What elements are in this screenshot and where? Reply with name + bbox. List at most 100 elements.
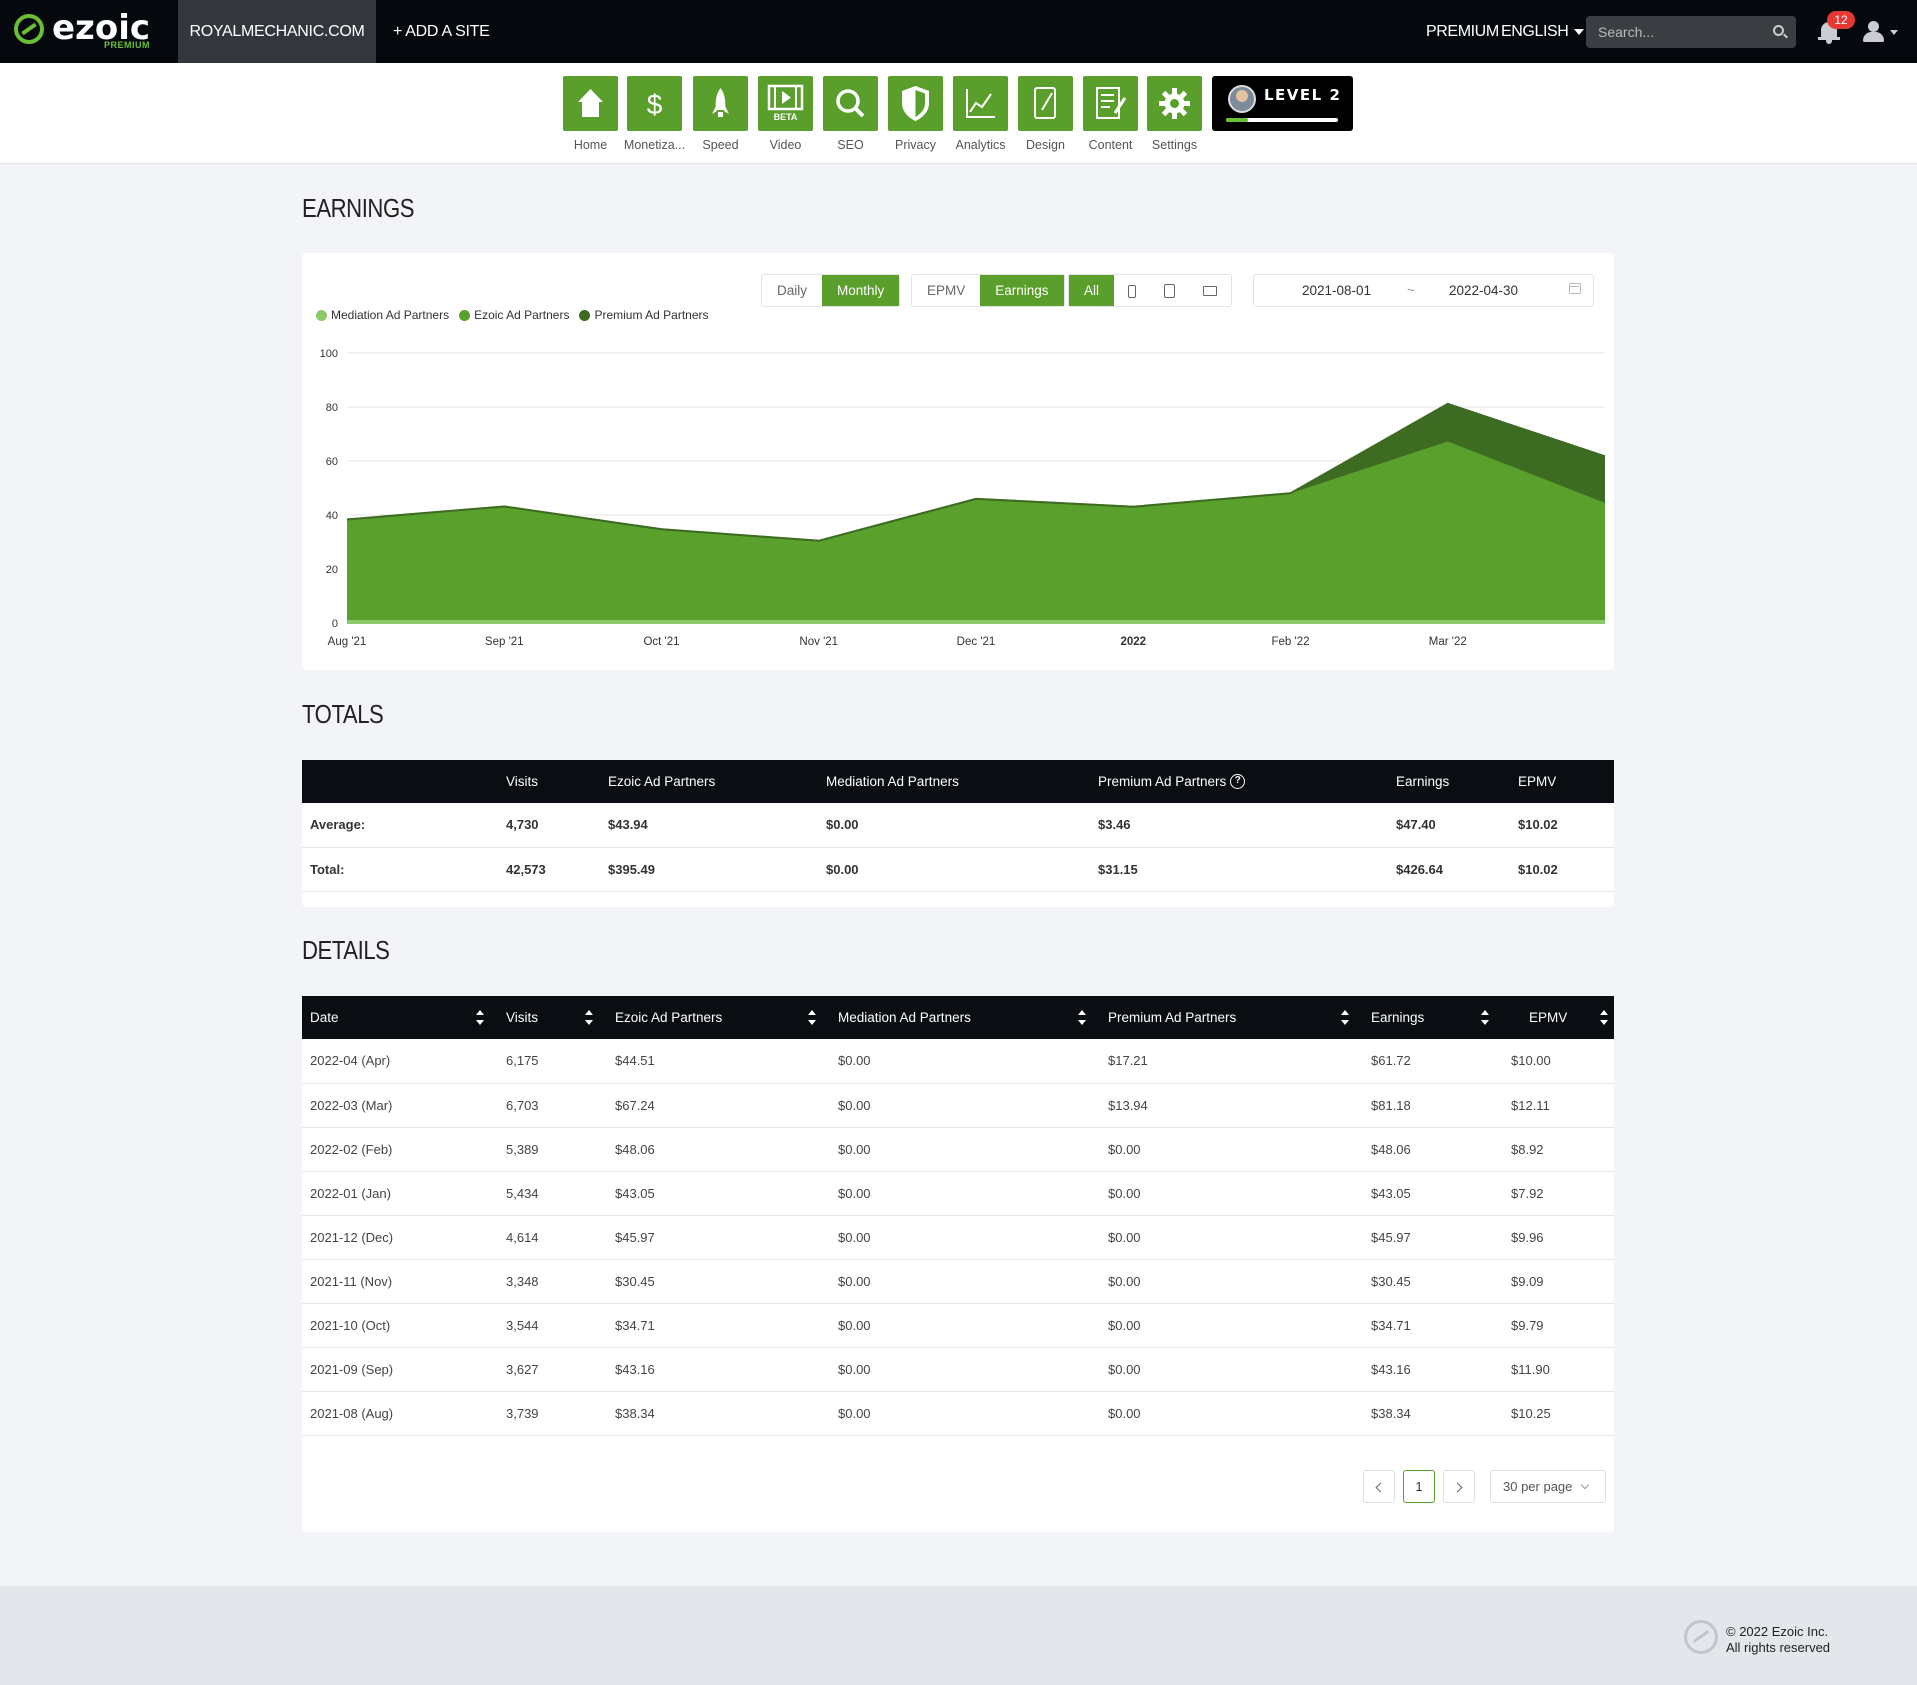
- column-header-label: Visits: [506, 1010, 539, 1025]
- chevron-down-icon: [1581, 1480, 1590, 1490]
- table-cell: $0.00: [1100, 1347, 1363, 1392]
- app-privacy[interactable]: Privacy: [883, 76, 948, 152]
- app-settings[interactable]: Settings: [1142, 76, 1207, 152]
- app-label: SEO: [837, 138, 864, 152]
- sortable-column-header[interactable]: Date: [302, 996, 498, 1039]
- ezoic-logo-icon: [14, 14, 44, 44]
- earnings-area-chart: 0 20 40 60 80 100 Aug '21 Sep '21 Oct '21 Nov '21…: [320, 348, 1606, 648]
- sort-icon[interactable]: [808, 1010, 816, 1025]
- details-card: Date Visits Ezoic Ad Partners Mediation …: [302, 996, 1614, 1532]
- table-cell: $0.00: [818, 847, 1090, 892]
- shield-icon: [888, 76, 943, 131]
- y-tick-label: 0: [332, 618, 338, 630]
- sortable-column-header[interactable]: Earnings: [1363, 996, 1503, 1039]
- page-1-button[interactable]: 1: [1403, 1470, 1435, 1503]
- app-design[interactable]: Design: [1013, 76, 1078, 152]
- x-tick-label: Aug '21: [328, 636, 367, 648]
- area-series-1: [347, 441, 1605, 623]
- table-cell: $61.72: [1363, 1039, 1503, 1084]
- search-icon[interactable]: [1773, 25, 1784, 36]
- sortable-column-header[interactable]: Ezoic Ad Partners: [607, 996, 830, 1039]
- column-header: [302, 760, 498, 803]
- premium-link[interactable]: PREMIUM: [1426, 0, 1499, 63]
- details-section-title: DETAILS: [302, 935, 390, 965]
- sortable-column-header[interactable]: EPMV: [1503, 996, 1614, 1039]
- sortable-column-header[interactable]: Premium Ad Partners: [1100, 996, 1363, 1039]
- level-progress-bar: [1226, 118, 1338, 122]
- column-header: Ezoic Ad Partners: [608, 774, 716, 789]
- table-cell: $0.00: [830, 1171, 1100, 1216]
- per-page-label: 30 per page: [1503, 1479, 1573, 1494]
- app-monetization[interactable]: $ Monetiza...: [622, 76, 687, 152]
- level-avatar: [1228, 85, 1256, 113]
- sort-icon[interactable]: [476, 1010, 484, 1025]
- level-badge[interactable]: LEVEL 2: [1212, 76, 1353, 131]
- column-header: Mediation Ad Partners: [826, 774, 959, 789]
- table-cell: 4,614: [498, 1215, 607, 1260]
- sort-icon[interactable]: [1481, 1010, 1489, 1025]
- table-cell: $7.92: [1503, 1171, 1614, 1216]
- app-video[interactable]: BETA Video: [753, 76, 818, 152]
- next-page-button[interactable]: [1443, 1470, 1475, 1503]
- previous-page-button[interactable]: [1363, 1470, 1395, 1503]
- video-play-icon: BETA: [758, 76, 813, 131]
- x-tick-label: 2022: [1120, 636, 1146, 648]
- rights-text: All rights reserved: [1726, 1640, 1831, 1655]
- current-site-tab[interactable]: ROYALMECHANIC.COM: [178, 0, 376, 63]
- app-home[interactable]: Home: [558, 76, 623, 152]
- per-page-select[interactable]: 30 per page: [1490, 1470, 1606, 1503]
- user-menu-chevron-icon[interactable]: [1890, 30, 1898, 35]
- table-cell: $43.05: [607, 1171, 830, 1216]
- table-cell: $48.06: [1363, 1127, 1503, 1172]
- table-cell: $43.05: [1363, 1171, 1503, 1216]
- sortable-column-header[interactable]: Visits: [498, 996, 607, 1039]
- app-label: Analytics: [955, 138, 1006, 152]
- level-label: LEVEL 2: [1264, 86, 1342, 104]
- app-seo[interactable]: SEO: [818, 76, 883, 152]
- user-avatar-icon[interactable]: [1862, 20, 1884, 42]
- column-header-label: Date: [310, 1010, 339, 1025]
- table-cell: $30.45: [1363, 1259, 1503, 1304]
- sortable-column-header[interactable]: Mediation Ad Partners: [830, 996, 1100, 1039]
- sort-icon[interactable]: [1600, 1010, 1608, 1025]
- y-tick-label: 40: [326, 510, 338, 522]
- table-cell: 6,175: [498, 1039, 607, 1084]
- table-cell: Average:: [302, 803, 498, 848]
- language-label: ENGLISH: [1501, 23, 1569, 40]
- table-cell: $0.00: [1100, 1171, 1363, 1216]
- dollar-icon: $: [627, 76, 682, 131]
- ezoic-logo[interactable]: ezoic PREMIUM: [12, 8, 162, 52]
- design-pencil-icon: [1018, 76, 1073, 131]
- table-cell: $3.46: [1090, 803, 1388, 848]
- help-icon[interactable]: ?: [1230, 774, 1246, 790]
- column-header: EPMV: [1518, 774, 1557, 789]
- table-row: 2022-01 (Jan) 5,434 $43.05 $0.00 $0.00 $43.05…: [302, 1171, 1614, 1216]
- app-speed[interactable]: Speed: [688, 76, 753, 152]
- app-content[interactable]: Content: [1078, 76, 1143, 152]
- table-cell: $45.97: [1363, 1215, 1503, 1260]
- table-cell: $43.16: [607, 1347, 830, 1392]
- table-cell: $10.02: [1510, 847, 1614, 892]
- sort-icon[interactable]: [1341, 1010, 1349, 1025]
- search-input[interactable]: [1586, 16, 1756, 48]
- y-tick-label: 100: [320, 348, 338, 360]
- add-site-link[interactable]: + ADD A SITE: [393, 0, 490, 63]
- table-cell: $0.00: [1100, 1127, 1363, 1172]
- home-icon: [563, 76, 618, 131]
- app-label: Privacy: [895, 138, 936, 152]
- app-label: Settings: [1151, 138, 1198, 152]
- column-header-label: Ezoic Ad Partners: [615, 1010, 723, 1025]
- table-cell: $0.00: [1100, 1215, 1363, 1260]
- language-dropdown[interactable]: ENGLISH: [1501, 0, 1585, 63]
- y-tick-label: 60: [326, 456, 338, 468]
- sort-icon[interactable]: [585, 1010, 593, 1025]
- table-cell: $9.09: [1503, 1259, 1614, 1304]
- app-navigation: Home $ Monetiza... Speed BETA Video SEO …: [0, 63, 1917, 164]
- x-tick-label: Nov '21: [799, 636, 838, 648]
- notification-count-badge[interactable]: 12: [1827, 11, 1855, 29]
- table-cell: $11.90: [1503, 1347, 1614, 1392]
- app-analytics[interactable]: Analytics: [948, 76, 1013, 152]
- app-label: Speed: [702, 138, 739, 152]
- table-cell: $38.34: [607, 1391, 830, 1436]
- sort-icon[interactable]: [1078, 1010, 1086, 1025]
